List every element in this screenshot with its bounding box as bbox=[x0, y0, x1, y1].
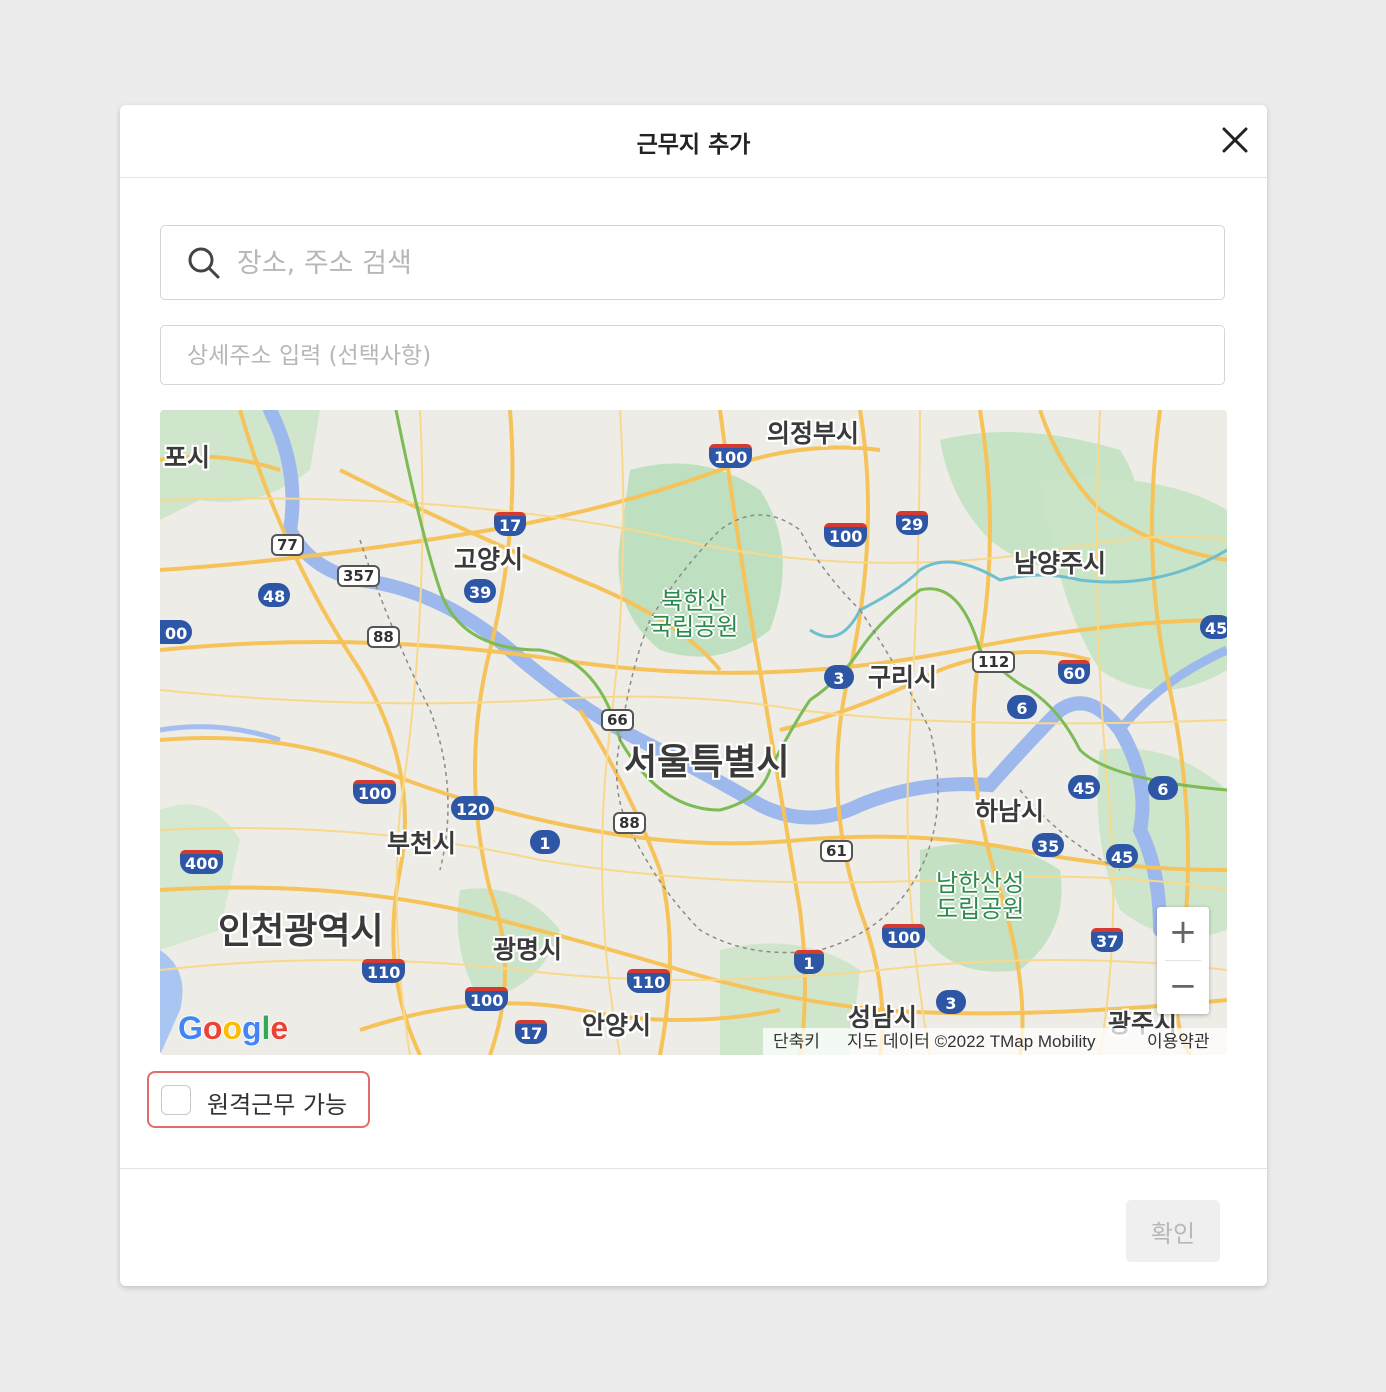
map-label-goyang: 고양시 bbox=[454, 545, 524, 574]
route-shield: 35 bbox=[1032, 833, 1065, 857]
search-icon bbox=[188, 247, 220, 279]
route-shield: 00 bbox=[160, 620, 193, 644]
modal-header: 근무지 추가 bbox=[120, 105, 1267, 178]
route-shield: 100 bbox=[824, 523, 868, 547]
route-shield: 110 bbox=[627, 969, 671, 993]
map-label-hanam: 하남시 bbox=[975, 797, 1045, 826]
route-shield: 37 bbox=[1091, 928, 1124, 952]
map-label-bucheon: 부천시 bbox=[387, 829, 457, 858]
route-shield: 39 bbox=[464, 579, 497, 603]
route-shield: 45 bbox=[1200, 615, 1227, 639]
close-icon bbox=[1222, 127, 1248, 153]
route-shield: 3 bbox=[936, 990, 966, 1014]
route-shield: 45 bbox=[1068, 775, 1101, 799]
map-label-gwangmyeong: 광명시 bbox=[493, 935, 563, 964]
map-label-namyangju: 남양주시 bbox=[1014, 549, 1107, 578]
route-shield: 1 bbox=[794, 950, 824, 974]
zoom-in-button[interactable]: + bbox=[1157, 907, 1209, 960]
place-search-box[interactable] bbox=[160, 225, 1225, 300]
route-shield: 29 bbox=[896, 511, 929, 535]
route-shield: 100 bbox=[465, 987, 509, 1011]
route-shield-national: 77 bbox=[271, 534, 304, 556]
remote-work-label[interactable]: 원격근무 가능 bbox=[207, 1085, 347, 1120]
map-label-uijeongbu: 의정부시 bbox=[767, 419, 860, 448]
map-view[interactable]: 포시 의정부시 고양시 남양주시 구리시 서울특별시 하남시 부천시 인천광역시… bbox=[160, 410, 1227, 1055]
map-data-attribution: 지도 데이터 ©2022 TMap Mobility bbox=[847, 1032, 1096, 1051]
zoom-control: + − bbox=[1157, 907, 1209, 1014]
detail-address-input[interactable] bbox=[185, 334, 1199, 378]
route-shield: 100 bbox=[709, 444, 753, 468]
route-shield: 400 bbox=[180, 850, 224, 874]
route-shield: 120 bbox=[451, 796, 495, 820]
route-shield-national: 88 bbox=[367, 626, 400, 648]
remote-work-option[interactable]: 원격근무 가능 bbox=[147, 1071, 370, 1128]
route-shield-national: 61 bbox=[820, 840, 853, 862]
route-shield-national: 88 bbox=[613, 812, 646, 834]
map-label-incheon: 인천광역시 bbox=[218, 911, 384, 952]
map-attribution-bar: 단축키 지도 데이터 ©2022 TMap Mobility 이용약관 bbox=[763, 1028, 1227, 1055]
route-shield: 17 bbox=[494, 512, 527, 536]
route-shield: 48 bbox=[258, 583, 291, 607]
route-shield: 6 bbox=[1007, 695, 1037, 719]
modal-title: 근무지 추가 bbox=[636, 132, 751, 158]
add-workplace-modal: 근무지 추가 장소, 주소 검색 상세주소 입력 (선택사항) 포시 의정부시 … bbox=[120, 105, 1267, 1286]
route-shield: 45 bbox=[1106, 844, 1139, 868]
park-label-line: 북한산 국립공원 bbox=[650, 587, 739, 641]
route-shield-national: 66 bbox=[601, 709, 634, 731]
map-label-guri: 구리시 bbox=[868, 663, 938, 692]
route-shield: 100 bbox=[353, 780, 397, 804]
remote-work-checkbox[interactable] bbox=[161, 1085, 191, 1115]
route-shield: 6 bbox=[1148, 776, 1178, 800]
keyboard-shortcuts-link[interactable]: 단축키 bbox=[773, 1028, 820, 1055]
terms-link[interactable]: 이용약관 bbox=[1147, 1028, 1210, 1055]
route-shield-national: 357 bbox=[337, 565, 381, 587]
route-shield: 17 bbox=[515, 1020, 548, 1044]
route-shield-national: 112 bbox=[972, 651, 1016, 673]
confirm-button[interactable]: 확인 bbox=[1126, 1200, 1220, 1262]
detail-address-box[interactable] bbox=[160, 325, 1225, 385]
route-shield: 3 bbox=[824, 665, 854, 689]
park-label-line: 남한산성 도립공원 bbox=[936, 869, 1025, 923]
map-label-anyang: 안양시 bbox=[582, 1011, 652, 1040]
map-label-seoul: 서울특별시 bbox=[624, 742, 790, 783]
route-shield: 60 bbox=[1058, 660, 1091, 684]
map-label-pocheon: 포시 bbox=[164, 443, 211, 472]
route-shield: 1 bbox=[530, 830, 560, 854]
route-shield: 110 bbox=[362, 959, 406, 983]
park-label-bukhansan: 북한산 국립공원 bbox=[650, 588, 738, 640]
search-input[interactable] bbox=[235, 240, 1199, 286]
route-shield: 100 bbox=[882, 924, 926, 948]
zoom-out-button[interactable]: − bbox=[1157, 961, 1209, 1014]
close-button[interactable] bbox=[1220, 125, 1250, 155]
park-label-namhansanseong: 남한산성 도립공원 bbox=[936, 870, 1024, 922]
google-logo: Google bbox=[178, 1010, 289, 1046]
footer-divider bbox=[120, 1168, 1267, 1169]
